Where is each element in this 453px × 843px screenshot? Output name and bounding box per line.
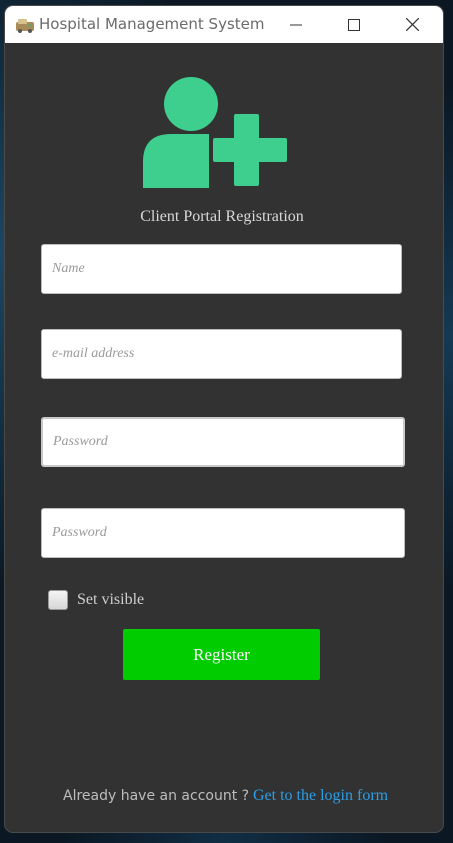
already-have-account-text: Already have an account ?	[63, 788, 250, 804]
registration-heading: Client Portal Registration	[140, 208, 304, 225]
minimize-icon	[290, 24, 302, 25]
maximize-button[interactable]	[326, 6, 382, 43]
login-form-link[interactable]: Get to the login form	[253, 787, 388, 805]
registration-window: Hospital Management System Client Portal…	[5, 6, 443, 832]
user-add-icon	[143, 77, 289, 188]
minimize-button[interactable]	[268, 6, 324, 43]
confirm-password-input[interactable]	[41, 508, 405, 558]
hospital-app-icon	[16, 19, 34, 33]
password-input[interactable]	[41, 417, 405, 467]
set-visible-checkbox[interactable]	[48, 590, 68, 610]
maximize-icon	[348, 18, 360, 31]
set-visible-label: Set visible	[77, 591, 145, 608]
title-bar[interactable]: Hospital Management System	[5, 6, 443, 43]
close-button[interactable]	[384, 6, 440, 43]
name-input[interactable]	[41, 244, 402, 294]
email-input[interactable]	[41, 329, 402, 379]
close-icon	[405, 18, 419, 31]
window-title: Hospital Management System	[39, 15, 265, 33]
register-button[interactable]: Register	[123, 629, 320, 680]
